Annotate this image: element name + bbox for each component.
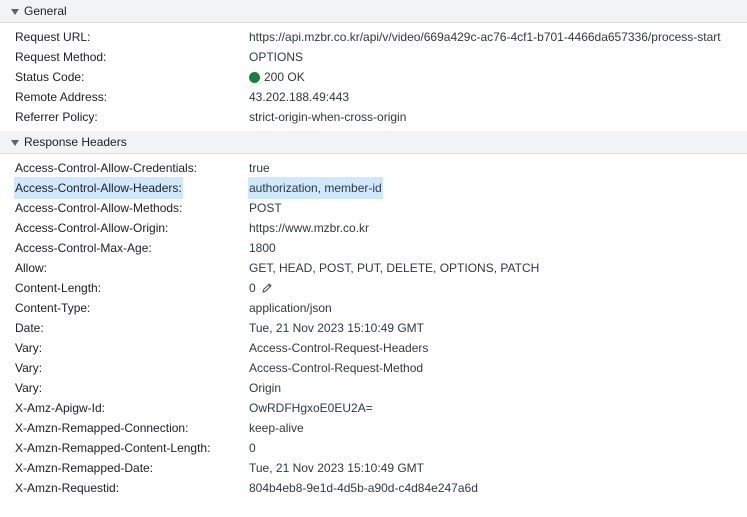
response-headers-section-header[interactable]: Response Headers — [0, 131, 747, 154]
headers-panel: General Request URL: https://api.mzbr.co… — [0, 0, 747, 517]
header-value: Access-Control-Request-Headers — [249, 338, 428, 358]
header-value: OwRDFHgxoE0EU2A= — [249, 398, 373, 418]
header-value: POST — [249, 198, 282, 218]
header-key: X-Amzn-Remapped-Content-Length: — [15, 441, 211, 455]
header-row: Allow: GET, HEAD, POST, PUT, DELETE, OPTI… — [0, 258, 747, 278]
triangle-down-icon — [11, 139, 19, 146]
header-key: Remote Address: — [15, 90, 108, 104]
header-key: Vary: — [15, 361, 43, 375]
header-row: Vary: Access-Control-Request-Headers — [0, 338, 747, 358]
header-key: X-Amzn-Remapped-Date: — [15, 461, 154, 475]
header-value-text: GET, HEAD, POST, PUT, DELETE, OPTIONS, P… — [249, 261, 540, 275]
header-value: 0 — [249, 278, 273, 298]
header-value-text: OwRDFHgxoE0EU2A= — [249, 401, 373, 415]
header-value-text: 0 — [249, 281, 256, 295]
header-value: 1800 — [249, 238, 276, 258]
header-value-text: true — [249, 161, 270, 175]
header-row: Access-Control-Allow-Headers: authorizati… — [0, 178, 747, 198]
header-value: Access-Control-Request-Method — [249, 358, 423, 378]
header-key: X-Amzn-Requestid: — [15, 481, 120, 495]
header-value: keep-alive — [249, 418, 304, 438]
status-dot-icon — [249, 71, 260, 83]
header-row: X-Amz-Apigw-Id: OwRDFHgxoE0EU2A= — [0, 398, 747, 418]
header-row: Status Code: 200 OK — [0, 67, 747, 87]
header-value: 0 — [249, 438, 256, 458]
header-key: Access-Control-Allow-Headers: — [15, 178, 182, 198]
header-value-text: 0 — [249, 441, 256, 455]
header-key: Vary: — [15, 381, 43, 395]
header-value-text: authorization, member-id — [249, 178, 382, 198]
header-value-text: Access-Control-Request-Method — [249, 361, 424, 375]
header-key: Access-Control-Allow-Origin: — [15, 221, 169, 235]
header-value: Tue, 21 Nov 2023 15:10:49 GMT — [249, 318, 424, 338]
response-header-rows: Access-Control-Allow-Credentials: true Acc… — [0, 154, 747, 502]
header-row: Request Method: OPTIONS — [0, 47, 747, 67]
header-value-text: 804b4eb8-9e1d-4d5b-a90d-c4d84e247a6d — [249, 481, 478, 495]
header-value: Origin — [249, 378, 281, 398]
header-row: X-Amzn-Remapped-Connection: keep-alive — [0, 418, 747, 438]
header-row: Content-Length: 0 — [0, 278, 747, 298]
header-row: Request URL: https://api.mzbr.co.kr/api/… — [0, 27, 747, 47]
header-value: OPTIONS — [249, 50, 304, 64]
header-value: 200 OK — [249, 67, 305, 87]
header-key: Date: — [15, 321, 44, 335]
header-key: Content-Length: — [15, 281, 102, 295]
general-section-header[interactable]: General — [0, 0, 747, 23]
header-row: Access-Control-Max-Age: 1800 — [0, 238, 747, 258]
status-text: 200 OK — [264, 70, 305, 84]
header-key: Request URL: — [15, 30, 91, 44]
header-row: Referrer Policy: strict-origin-when-cros… — [0, 107, 747, 127]
header-key: Allow: — [15, 261, 48, 275]
header-value: true — [249, 158, 270, 178]
header-value: https://www.mzbr.co.kr — [249, 218, 369, 238]
header-key: Access-Control-Allow-Methods: — [15, 201, 183, 215]
header-value: application/json — [249, 298, 332, 318]
header-row: Vary: Access-Control-Request-Method — [0, 358, 747, 378]
header-value-text: keep-alive — [249, 421, 304, 435]
general-rows: Request URL: https://api.mzbr.co.kr/api/… — [0, 23, 747, 131]
header-key: Access-Control-Max-Age: — [15, 241, 152, 255]
header-row: Content-Type: application/json — [0, 298, 747, 318]
header-key: Request Method: — [15, 50, 107, 64]
header-row: Remote Address: 43.202.188.49:443 — [0, 87, 747, 107]
header-value-text: application/json — [249, 301, 332, 315]
header-value: strict-origin-when-cross-origin — [249, 110, 407, 124]
header-value-text: 1800 — [249, 241, 276, 255]
header-row: Vary: Origin — [0, 378, 747, 398]
section-title: Response Headers — [24, 135, 127, 149]
header-value-text: Tue, 21 Nov 2023 15:10:49 GMT — [249, 321, 424, 335]
header-value-text: Tue, 21 Nov 2023 15:10:49 GMT — [249, 461, 424, 475]
header-value-text: https://www.mzbr.co.kr — [249, 221, 370, 235]
triangle-down-icon — [11, 8, 19, 15]
header-row: Date: Tue, 21 Nov 2023 15:10:49 GMT — [0, 318, 747, 338]
header-key: Access-Control-Allow-Credentials: — [15, 161, 198, 175]
header-value-text: POST — [249, 201, 282, 215]
header-key: Content-Type: — [15, 301, 91, 315]
header-value: https://api.mzbr.co.kr/api/v/video/669a4… — [249, 30, 721, 44]
header-row: X-Amzn-Remapped-Content-Length: 0 — [0, 438, 747, 458]
header-row: Access-Control-Allow-Origin: https://www.… — [0, 218, 747, 238]
header-row: Access-Control-Allow-Methods: POST — [0, 198, 747, 218]
header-key: X-Amz-Apigw-Id: — [15, 401, 106, 415]
header-value-text: Origin — [249, 381, 282, 395]
header-value: Tue, 21 Nov 2023 15:10:49 GMT — [249, 458, 424, 478]
pencil-icon[interactable] — [261, 282, 273, 294]
header-value: 804b4eb8-9e1d-4d5b-a90d-c4d84e247a6d — [249, 478, 478, 498]
header-key: Referrer Policy: — [15, 110, 98, 124]
header-value: GET, HEAD, POST, PUT, DELETE, OPTIONS, P… — [249, 258, 539, 278]
header-row: X-Amzn-Requestid: 804b4eb8-9e1d-4d5b-a90d… — [0, 478, 747, 498]
header-key: X-Amzn-Remapped-Connection: — [15, 421, 189, 435]
header-value: 43.202.188.49:443 — [249, 90, 350, 104]
header-value: authorization, member-id — [249, 178, 382, 198]
header-key: Vary: — [15, 341, 43, 355]
header-row: X-Amzn-Remapped-Date: Tue, 21 Nov 2023 15… — [0, 458, 747, 478]
header-value-text: Access-Control-Request-Headers — [249, 341, 429, 355]
section-title: General — [24, 4, 67, 18]
header-row: Access-Control-Allow-Credentials: true — [0, 158, 747, 178]
header-key: Status Code: — [15, 70, 85, 84]
